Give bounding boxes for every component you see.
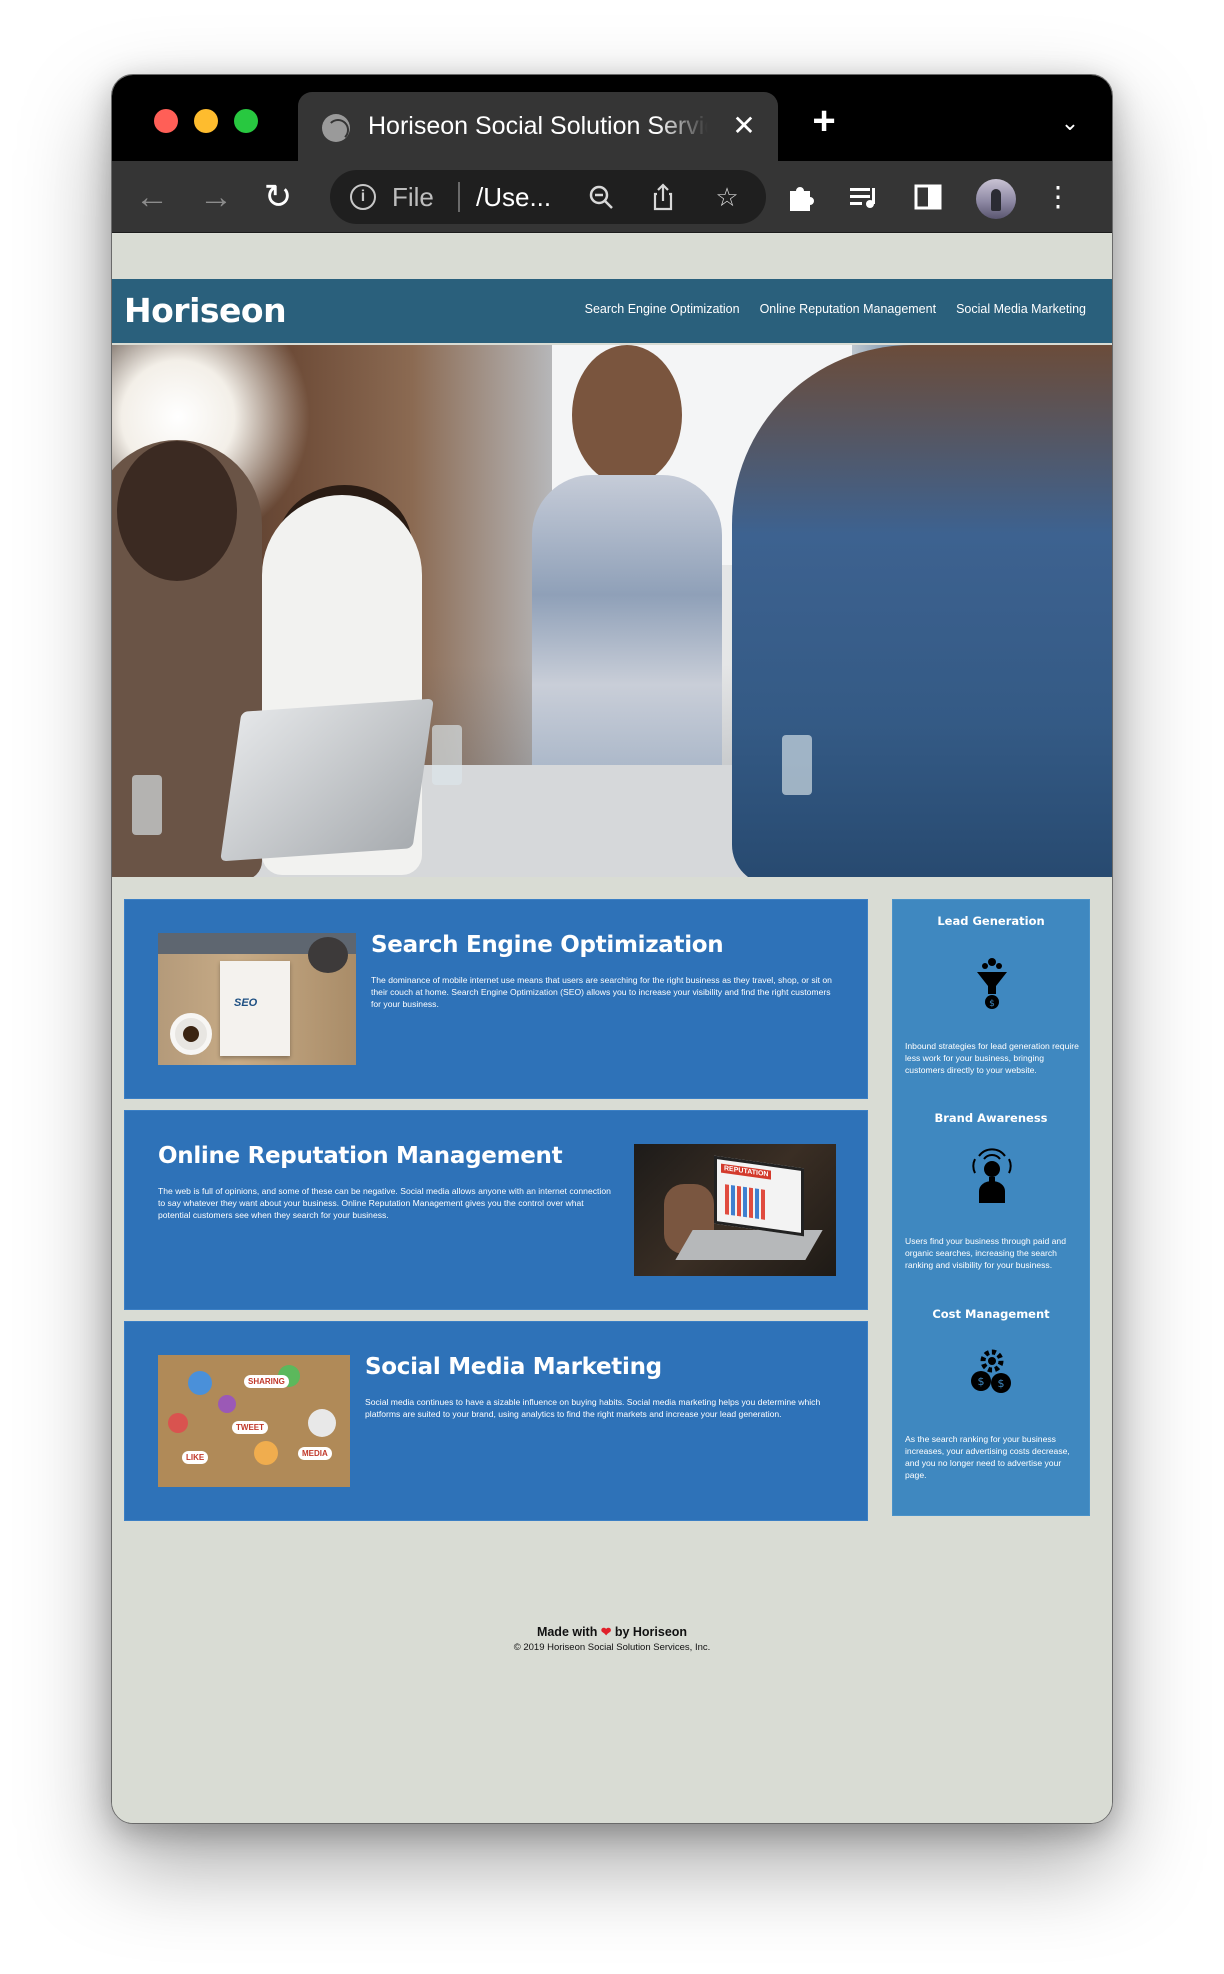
tab-strip: Horiseon Social Solution Services ✕ + ⌄ [112, 75, 1112, 161]
forward-arrow-icon[interactable]: → [196, 177, 236, 217]
zoom-icon[interactable] [586, 182, 616, 212]
browser-toolbar: ← → ↻ i File /Use... ☆ ⋮ [112, 161, 1112, 233]
browser-tab[interactable]: Horiseon Social Solution Services ✕ [298, 92, 778, 161]
hero-image [112, 345, 1112, 877]
tag-media: MEDIA [298, 1447, 332, 1460]
page-viewport: Horiseon Search Engine Optimization Onli… [112, 234, 1112, 1823]
tag-tweet: TWEET [232, 1421, 268, 1434]
benefit-title: Cost Management [932, 1307, 1050, 1321]
info-icon[interactable]: i [350, 184, 376, 210]
benefit-cost-management: Cost Management $ $ As the search ranking… [893, 1307, 1089, 1480]
laptop-screen: REPUTATION [714, 1155, 804, 1237]
coffee-cup [170, 1013, 212, 1055]
sidebar-icon[interactable] [908, 177, 948, 217]
footer-made-with: Made with ❤ by Horiseon [536, 1625, 688, 1639]
address-scheme: File [392, 182, 434, 212]
pen-holder [308, 937, 348, 973]
benefit-brand-awareness: Brand Awareness Users find your business… [893, 1111, 1089, 1270]
brand-lightbulb-icon [967, 1147, 1017, 1207]
footer-copyright: © 2019 Horiseon Social Solution Services… [513, 1642, 711, 1653]
lead-funnel-icon: $ [967, 954, 1017, 1014]
address-bar[interactable]: i File /Use... ☆ [330, 170, 766, 224]
tab-title: Horiseon Social Solution Services [368, 112, 708, 140]
nav-link-seo[interactable]: Search Engine Optimization [585, 302, 740, 316]
globe-icon [322, 114, 350, 142]
address-path: /Use... [476, 182, 552, 212]
nav-link-reputation[interactable]: Online Reputation Management [760, 302, 937, 316]
main-nav: Search Engine Optimization Online Reputa… [585, 302, 1086, 316]
seo-text: The dominance of mobile internet use mea… [371, 975, 832, 1009]
close-icon[interactable]: ✕ [728, 110, 760, 142]
reputation-section: REPUTATION Online Reputation Management … [124, 1110, 868, 1310]
browser-window: Horiseon Social Solution Services ✕ + ⌄ … [111, 74, 1113, 1824]
heart-icon: ❤ [600, 1625, 612, 1639]
social-media-text: Social media continues to have a sizable… [365, 1397, 821, 1419]
close-window-button[interactable] [154, 109, 178, 133]
reload-icon[interactable]: ↻ [258, 177, 298, 217]
benefit-lead-generation: Lead Generation $ Inbound strategies for… [893, 914, 1089, 1075]
social-media-heading: Social Media Marketing [365, 1354, 662, 1380]
benefits-sidebar: Lead Generation $ Inbound strategies for… [892, 899, 1090, 1516]
site-header: Horiseon Search Engine Optimization Onli… [112, 279, 1112, 343]
social-media-image: SHARING TWEET LIKE MEDIA [158, 1355, 350, 1487]
svg-text:$: $ [998, 1377, 1005, 1390]
svg-text:$: $ [978, 1375, 985, 1388]
kebab-menu-icon[interactable]: ⋮ [1038, 177, 1078, 217]
benefit-text: As the search ranking for your business … [905, 1434, 1070, 1480]
seo-image: SEO [158, 933, 356, 1065]
seo-heading: Search Engine Optimization [371, 932, 724, 958]
share-icon[interactable] [648, 182, 678, 212]
reputation-heading: Online Reputation Management [158, 1143, 563, 1169]
reputation-text: The web is full of opinions, and some of… [158, 1186, 611, 1220]
star-icon[interactable]: ☆ [712, 182, 742, 212]
reputation-image: REPUTATION [634, 1144, 836, 1276]
site-footer: Made with ❤ by Horiseon © 2019 Horiseon … [112, 1624, 1112, 1653]
benefit-title: Brand Awareness [934, 1111, 1048, 1125]
back-arrow-icon[interactable]: ← [132, 177, 172, 217]
minimize-window-button[interactable] [194, 109, 218, 133]
site-logo[interactable]: Horiseon [124, 291, 287, 330]
tag-like: LIKE [182, 1451, 209, 1464]
cost-gears-icon: $ $ [967, 1345, 1017, 1405]
profile-avatar[interactable] [976, 179, 1016, 219]
social-media-section: SHARING TWEET LIKE MEDIA Social Media Ma… [124, 1321, 868, 1521]
extensions-icon[interactable] [782, 177, 822, 217]
nav-link-social-media[interactable]: Social Media Marketing [956, 302, 1086, 316]
chevron-down-icon[interactable]: ⌄ [1052, 105, 1088, 141]
svg-text:$: $ [989, 999, 995, 1009]
benefit-title: Lead Generation [937, 914, 1045, 928]
seo-section: SEO Search Engine Optimization The domin… [124, 899, 868, 1099]
address-separator [458, 182, 460, 212]
zoom-window-button[interactable] [234, 109, 258, 133]
benefit-text: Inbound strategies for lead generation r… [905, 1041, 1079, 1075]
tag-sharing: SHARING [244, 1375, 289, 1388]
seo-notebook: SEO [220, 961, 290, 1056]
benefit-text: Users find your business through paid an… [905, 1236, 1066, 1270]
plus-icon[interactable]: + [804, 101, 844, 143]
reading-list-icon[interactable] [844, 177, 884, 217]
